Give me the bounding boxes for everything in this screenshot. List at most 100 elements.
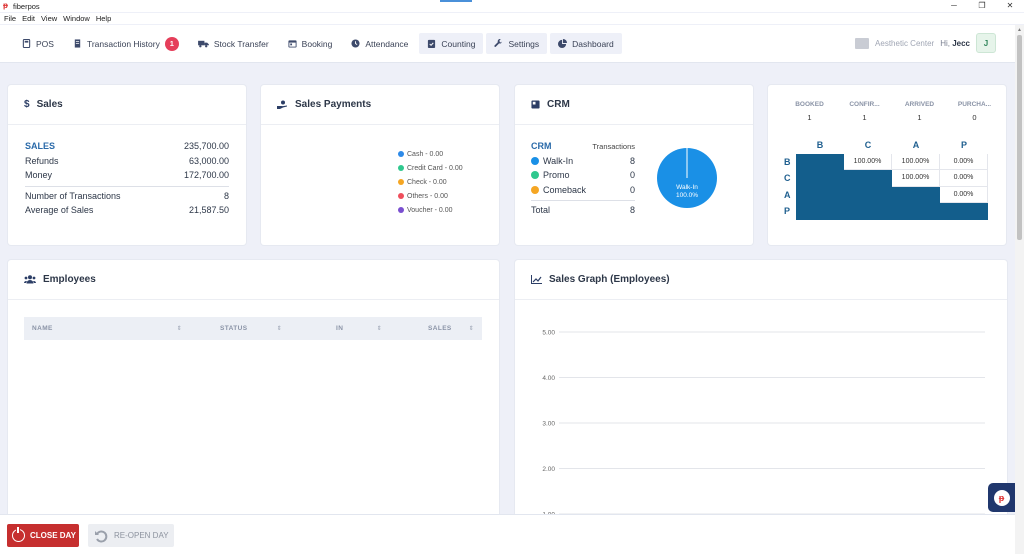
sales-row: SALES 235,700.00 [25, 139, 229, 154]
greeting-text: Hi, [940, 38, 950, 48]
hand-coin-icon [277, 100, 287, 109]
sales-card-header: $ Sales [8, 85, 246, 125]
crm-row-label: Promo [543, 170, 570, 181]
menu-file[interactable]: File [4, 14, 16, 23]
menu-edit[interactable]: Edit [22, 14, 35, 23]
stage-label: PURCHA... [957, 101, 992, 108]
credit-card-dot [398, 165, 404, 171]
wrench-icon [494, 39, 503, 47]
transaction-count-badge: 1 [164, 36, 179, 51]
matrix-cell [844, 186, 892, 203]
column-label: IN [336, 325, 344, 332]
scroll-up-icon[interactable]: ▲ [1017, 27, 1022, 33]
app-logo-icon: ᵽ [993, 489, 1010, 506]
sales-payments-title: Sales Payments [295, 99, 372, 110]
nav-settings[interactable]: Settings [486, 33, 548, 54]
nav-transaction-history-label: Transaction History [86, 38, 160, 49]
legend-item-others[interactable]: Others - 0.00 [398, 189, 463, 203]
legend-item-check[interactable]: Check - 0.00 [398, 175, 463, 189]
sales-graph-card: Sales Graph (Employees) 5.00 4.00 3.00 2.00… [515, 260, 1007, 518]
sales-graph-title: Sales Graph (Employees) [549, 274, 670, 285]
column-label: STATUS [220, 325, 248, 332]
reopen-day-button[interactable]: RE-OPEN DAY [88, 524, 174, 547]
average-row: Average of Sales 21,587.50 [25, 203, 229, 218]
legend-label: Cash - 0.00 [407, 150, 444, 158]
sales-summary: SALES 235,700.00 Refunds 63,000.00 Money 17… [8, 125, 246, 218]
comeback-dot [531, 185, 539, 194]
legend-label: Check - 0.00 [407, 178, 447, 186]
y-tick-label: 4.00 [542, 375, 555, 382]
column-header-status[interactable]: STATUS ⇕ [190, 325, 290, 332]
nav-stock-transfer-label: Stock Transfer [213, 38, 269, 49]
nav-booking[interactable]: Booking [280, 33, 341, 54]
nav-attendance[interactable]: Attendance [343, 33, 416, 54]
crm-col-value: Transactions [592, 141, 635, 151]
menu-bar: File Edit View Window Help [0, 13, 1024, 24]
nav-pos[interactable]: POS [14, 33, 62, 54]
nav-stock-transfer[interactable]: Stock Transfer [190, 33, 277, 54]
matrix-col-header: C [864, 140, 872, 151]
matrix-row: B 100.00% 100.00% 0.00% [784, 153, 988, 170]
pie-chart-icon [558, 39, 568, 48]
column-header-name[interactable]: NAME ⇕ [24, 325, 190, 332]
menu-view[interactable]: View [41, 14, 57, 23]
line-chart-icon [531, 275, 542, 284]
close-day-button[interactable]: CLOSE DAY [7, 524, 79, 547]
close-window-icon[interactable]: ✕ [996, 0, 1024, 12]
matrix-cell [796, 203, 844, 220]
vertical-scrollbar[interactable]: ▲ [1015, 25, 1024, 554]
conversion-funnel-card: BOOKED 1 CONFIR... 1 ARRIVED 1 PURCHA... 0 B… [768, 85, 1006, 245]
menu-help[interactable]: Help [96, 14, 111, 23]
calendar-icon [288, 40, 297, 48]
menu-window[interactable]: Window [63, 14, 90, 23]
legend-item-voucher[interactable]: Voucher - 0.00 [398, 203, 463, 217]
truck-icon [197, 40, 209, 48]
matrix-cell [796, 153, 844, 170]
matrix-cell: 0.00% [940, 153, 988, 170]
scrollbar-thumb[interactable] [1017, 35, 1022, 240]
funnel-stage-counts: BOOKED 1 CONFIR... 1 ARRIVED 1 PURCHA... 0 [782, 101, 1002, 122]
sort-icon: ⇕ [468, 326, 474, 332]
app-logo-icon: ᵽ [3, 1, 8, 10]
column-header-in[interactable]: IN ⇕ [290, 325, 390, 332]
matrix-cell: 100.00% [844, 153, 892, 170]
matrix-row-label: C [784, 173, 791, 184]
nav-dashboard[interactable]: Dashboard [550, 33, 622, 54]
reopen-day-label: RE-OPEN DAY [114, 531, 169, 540]
crm-row-value: 0 [629, 170, 635, 181]
conversion-matrix: B C A P B 100.00% 100.00% 0.00% C 100.00… [784, 137, 988, 220]
matrix-col-header: P [960, 140, 967, 151]
matrix-cell: 0.00% [940, 170, 988, 187]
column-header-sales[interactable]: SALES ⇕ [390, 325, 482, 332]
legend-label: Others - 0.00 [407, 192, 448, 200]
crm-pie-chart[interactable]: Walk-In 100.0% [656, 147, 718, 209]
legend-item-credit-card[interactable]: Credit Card - 0.00 [398, 161, 463, 175]
voucher-dot [398, 207, 404, 213]
sort-icon: ⇕ [176, 326, 182, 332]
avatar[interactable]: J [976, 33, 996, 53]
transactions-label: Number of Transactions [25, 190, 121, 201]
sales-graph-plot[interactable]: 5.004.003.002.001.00 [515, 301, 1007, 516]
store-name[interactable]: Aesthetic Center [875, 39, 934, 48]
receipt-icon [74, 39, 81, 48]
user-name: Jecc [952, 38, 970, 48]
support-chat-button[interactable]: ᵽ [988, 483, 1015, 512]
matrix-cell [796, 170, 844, 187]
funnel-stage: PURCHA... 0 [947, 101, 1002, 122]
crm-table: CRM Transactions Walk-In 8 Promo 0 Comeback… [531, 139, 635, 218]
average-value: 21,587.50 [188, 205, 229, 216]
minimize-icon[interactable]: ─ [940, 0, 968, 12]
y-tick-label: 2.00 [542, 466, 555, 473]
loading-indicator [440, 0, 472, 2]
footer-bar: CLOSE DAY RE-OPEN DAY [0, 514, 1015, 554]
restore-icon[interactable]: ❐ [968, 0, 996, 12]
matrix-row: P [784, 203, 988, 220]
stage-value: 1 [862, 113, 867, 122]
matrix-row-label: A [784, 189, 791, 200]
nav-counting[interactable]: Counting [419, 33, 484, 54]
legend-item-cash[interactable]: Cash - 0.00 [398, 147, 463, 161]
sales-payments-header: Sales Payments [261, 85, 499, 125]
nav-transaction-history[interactable]: Transaction History 1 [65, 33, 187, 54]
crm-row-comeback: Comeback 0 [531, 183, 635, 198]
matrix-cell [844, 203, 892, 220]
